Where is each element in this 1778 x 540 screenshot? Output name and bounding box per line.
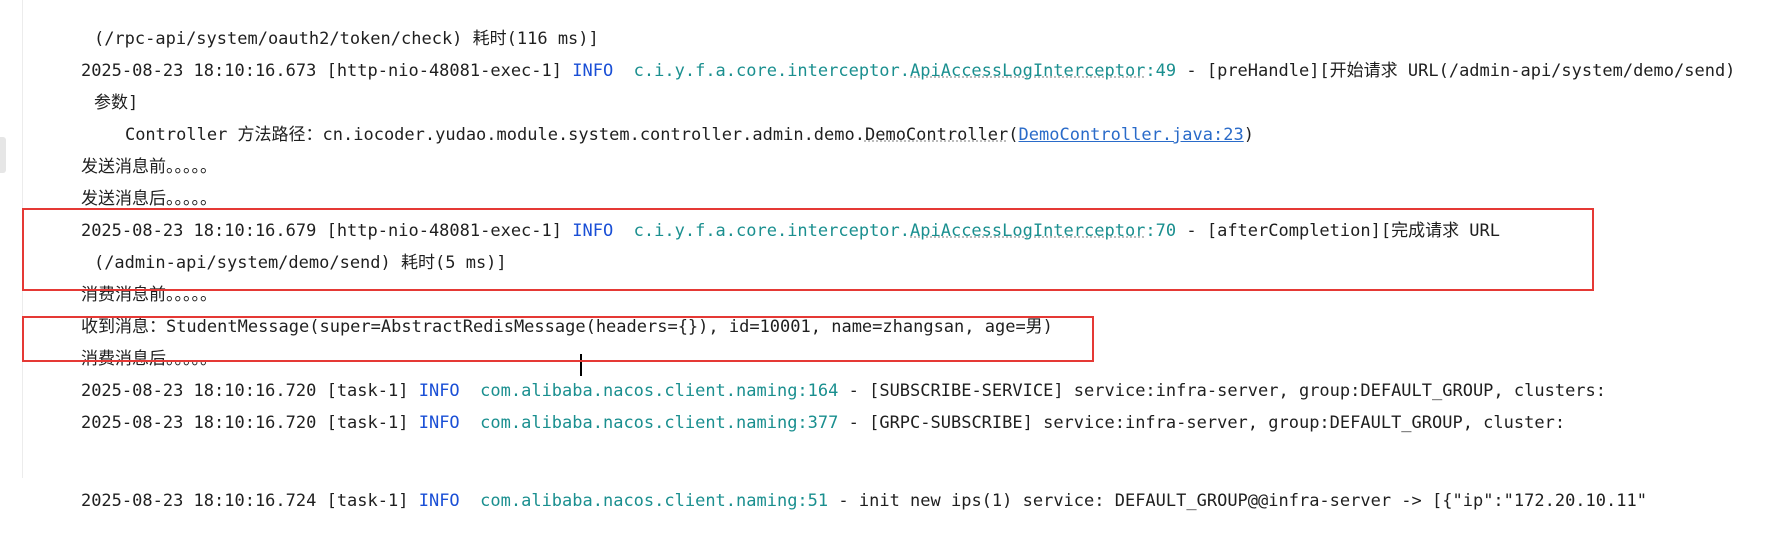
text-caret — [580, 354, 582, 376]
log-line: (/rpc-api/system/oauth2/token/check) 耗时(… — [53, 0, 599, 49]
log-line: 发送消息后。。。。。 — [40, 160, 217, 209]
logger-name: c.i.y.f.a.core.interceptor.ApiAccessLogI… — [633, 221, 1177, 241]
log-line: 2025-08-23 18:10:16.720 [task-1] INFO co… — [40, 352, 1606, 401]
log-level: INFO — [418, 491, 460, 511]
controller-class: DemoController — [864, 125, 1009, 145]
log-line: 发送消息前。。。。。 — [40, 128, 217, 177]
logger-name: com.alibaba.nacos.client.naming:51 — [480, 491, 829, 511]
editor-gutter — [0, 0, 23, 478]
log-line: 消费消息前。。。。。 — [40, 256, 217, 305]
log-line: 2025-08-23 18:10:16.720 [task-1] INFO co… — [40, 384, 1565, 433]
logger-name: c.i.y.f.a.core.interceptor.ApiAccessLogI… — [633, 61, 1177, 81]
source-link[interactable]: DemoController.java:23 — [1019, 125, 1244, 145]
log-line: 参数] — [53, 64, 138, 113]
log-text: 收到消息：StudentMessage(super=AbstractRedisM… — [80, 317, 1053, 337]
gutter-fold-marker[interactable] — [0, 137, 6, 173]
log-line: 消费消息后。。。。。 — [40, 320, 217, 369]
log-message: - [GRPC-SUBSCRIBE] service:infra-server,… — [838, 413, 1566, 433]
log-level: INFO — [572, 221, 614, 241]
log-timestamp: 2025-08-23 18:10:16.720 [task-1] — [80, 413, 419, 433]
log-line: 2025-08-23 18:10:16.679 [http-nio-48081-… — [40, 192, 1500, 241]
log-line: Controller 方法路径：cn.iocoder.yudao.module.… — [124, 125, 1254, 145]
log-line: 2025-08-23 18:10:16.724 [task-1] INFO co… — [40, 462, 1647, 511]
console-output[interactable]: (/rpc-api/system/oauth2/token/check) 耗时(… — [40, 0, 1778, 511]
log-level: INFO — [418, 413, 460, 433]
logger-name: com.alibaba.nacos.client.naming:377 — [480, 413, 839, 433]
controller-path: Controller 方法路径：cn.iocoder.yudao.module.… — [124, 125, 865, 145]
log-message: - [preHandle][开始请求 URL(/admin-api/system… — [1176, 61, 1736, 81]
log-timestamp: 2025-08-23 18:10:16.673 [http-nio-48081-… — [80, 61, 573, 81]
log-timestamp: 2025-08-23 18:10:16.724 [task-1] — [80, 491, 419, 511]
log-line: (/admin-api/system/demo/send) 耗时(5 ms)] — [53, 224, 507, 273]
log-message: - [afterCompletion][完成请求 URL — [1176, 221, 1501, 241]
log-level: INFO — [572, 61, 614, 81]
log-line: 2025-08-23 18:10:16.673 [http-nio-48081-… — [40, 32, 1735, 81]
log-message: - init new ips(1) service: DEFAULT_GROUP… — [828, 491, 1647, 511]
log-line: 收到消息：StudentMessage(super=AbstractRedisM… — [40, 288, 1053, 337]
